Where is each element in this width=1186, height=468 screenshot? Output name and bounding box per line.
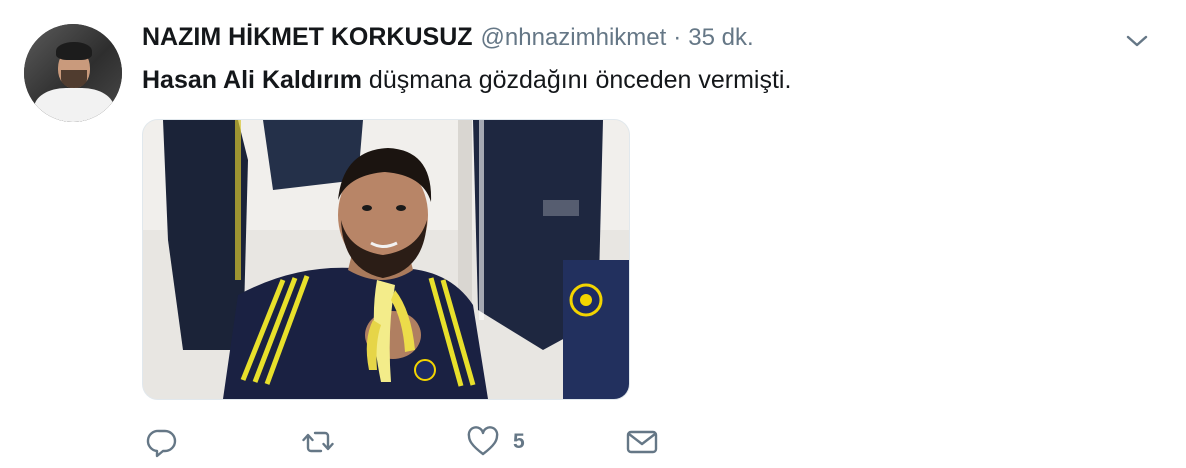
chevron-down-icon[interactable] <box>1124 28 1150 54</box>
avatar[interactable] <box>24 24 122 122</box>
mentioned-name: Hasan Ali Kaldırım <box>142 66 362 94</box>
tweet[interactable]: NAZIM HİKMET KORKUSUZ @nhnazimhikmet · 3… <box>0 0 1186 468</box>
retweet-button[interactable] <box>302 420 334 464</box>
tweet-header: NAZIM HİKMET KORKUSUZ @nhnazimhikmet · 3… <box>142 23 754 59</box>
retweet-icon <box>302 431 334 453</box>
reply-button[interactable] <box>146 420 178 464</box>
tweet-actions: 5 <box>142 420 682 464</box>
author-name[interactable]: NAZIM HİKMET KORKUSUZ <box>142 23 473 52</box>
tweet-timestamp[interactable]: 35 dk. <box>688 24 753 52</box>
like-count: 5 <box>513 430 525 453</box>
separator-dot: · <box>673 24 682 51</box>
author-handle[interactable]: @nhnazimhikmet <box>481 24 667 52</box>
tweet-text-body: düşmana gözdağını önceden vermişti. <box>361 66 792 94</box>
tweet-text: Hasan Ali Kaldırım düşmana gözdağını önc… <box>142 64 791 96</box>
heart-icon <box>467 426 499 456</box>
tweet-photo[interactable] <box>142 119 630 400</box>
direct-message-button[interactable] <box>626 420 658 464</box>
envelope-icon <box>626 430 658 454</box>
like-button[interactable]: 5 <box>467 420 525 464</box>
reply-icon <box>146 429 177 458</box>
